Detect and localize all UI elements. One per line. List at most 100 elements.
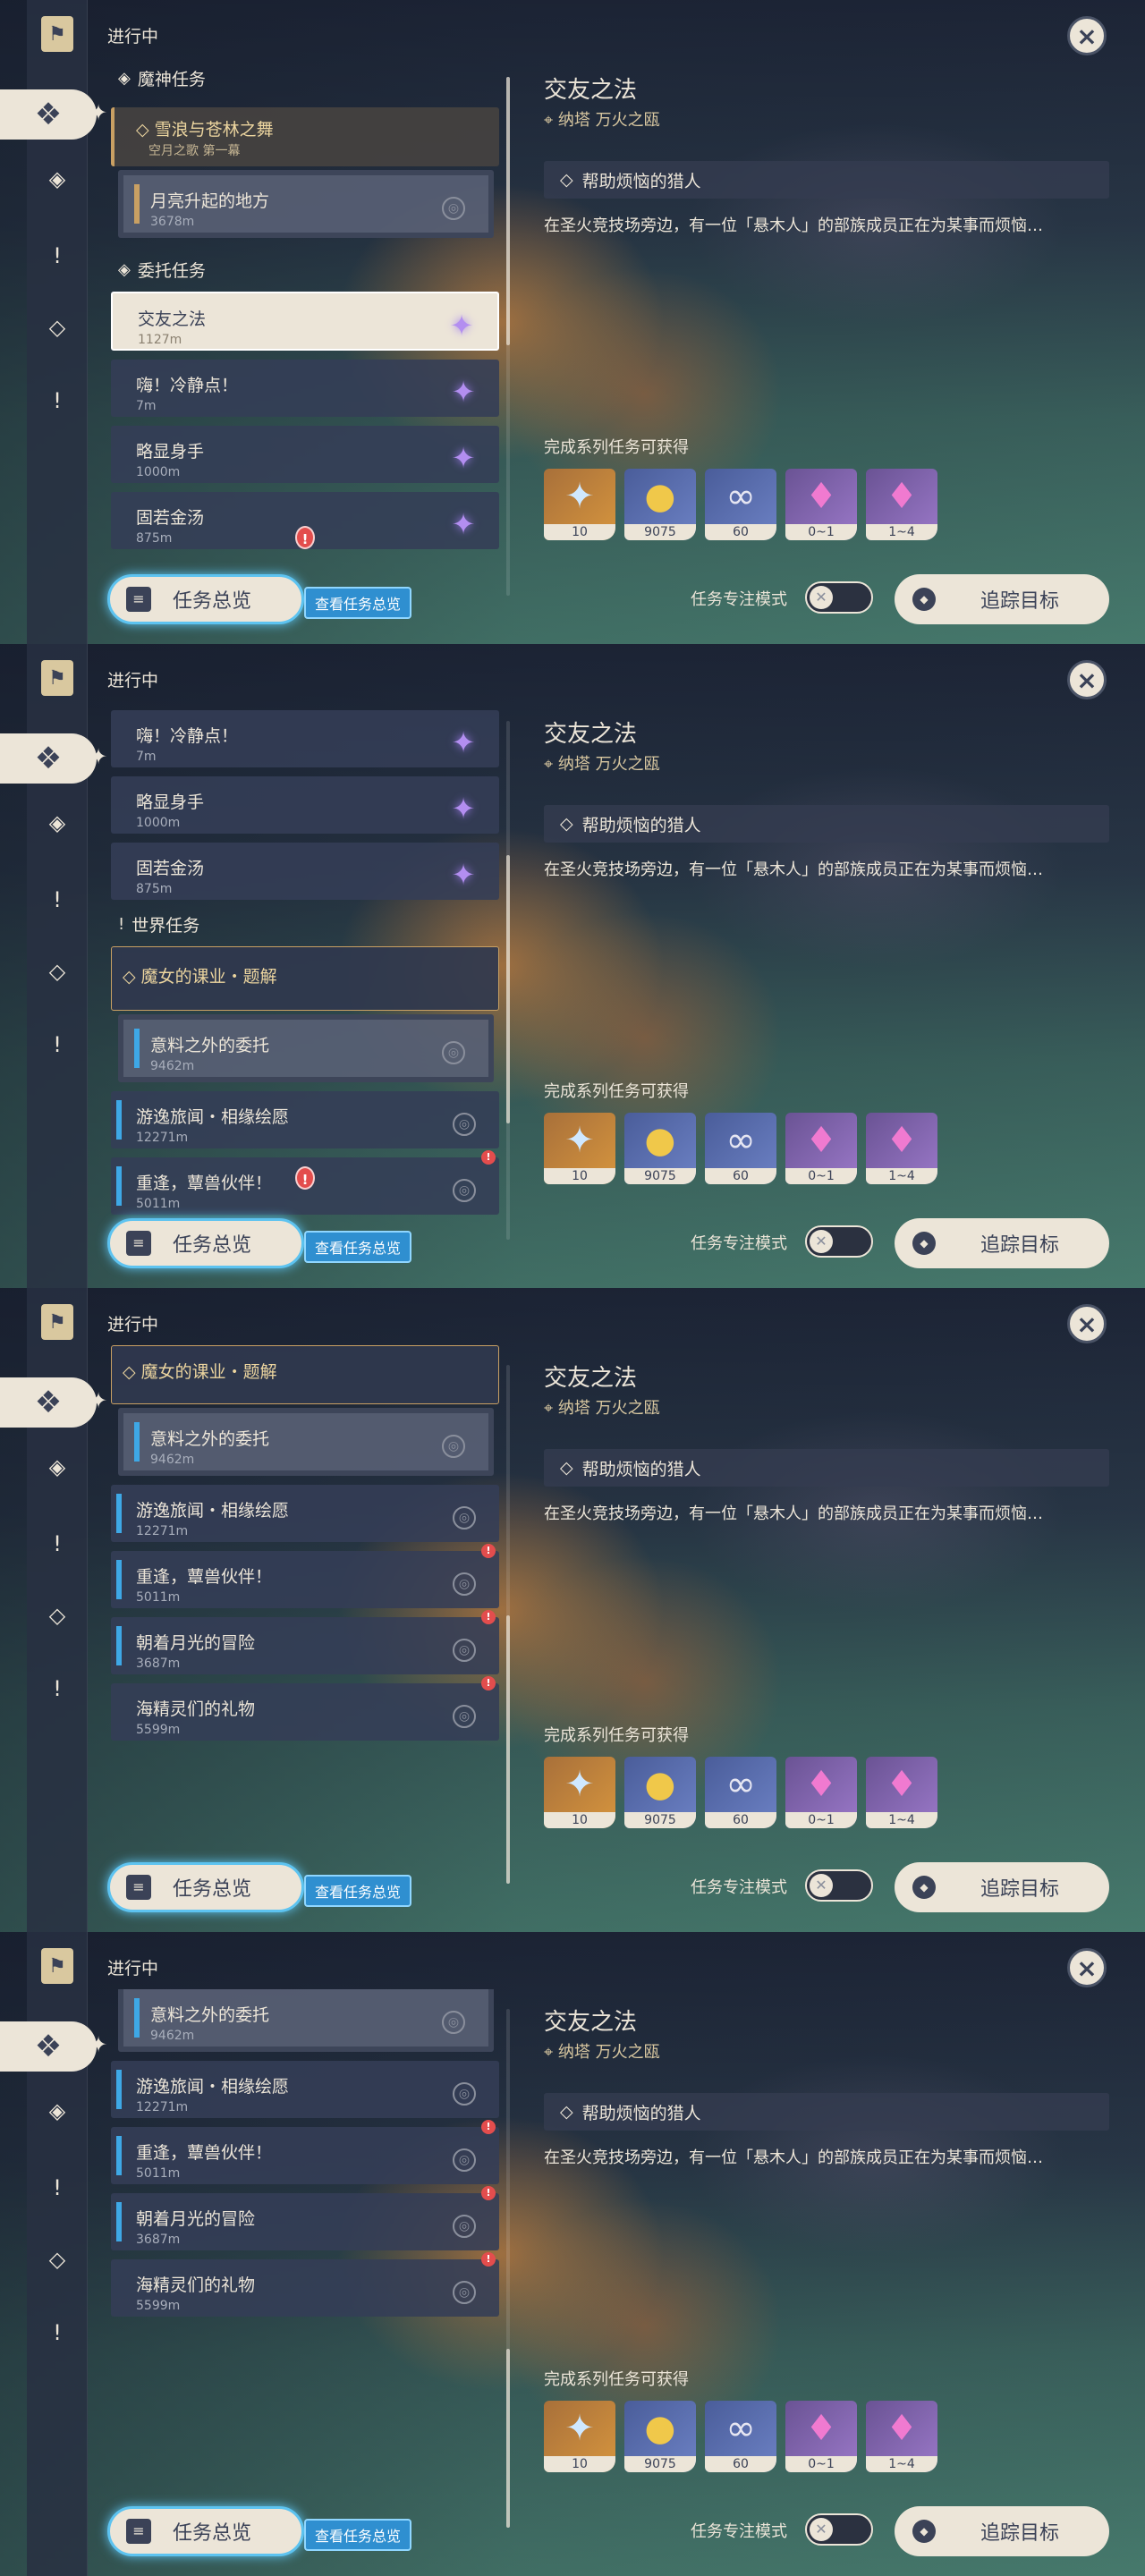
location-pin-icon[interactable]: ◎ [453, 1572, 476, 1596]
quest-archon-sub[interactable]: 月亮升起的地方 3678m ◎ [118, 170, 494, 238]
nav-active-all-quests[interactable]: ❖ [0, 2021, 97, 2072]
world-quest-icon[interactable]: ! [39, 882, 75, 918]
reward-crystal-chunk[interactable]: ♦ 0~1 [785, 469, 857, 540]
nav-active-all-quests[interactable]: ❖ [0, 89, 97, 140]
reward-primogem[interactable]: ✦ 10 [544, 2401, 615, 2472]
other-quest-icon[interactable]: ! [39, 383, 75, 419]
quest-world[interactable]: ! 朝着月光的冒险 3687m ◎ [111, 1610, 499, 1674]
quest-world[interactable]: 游逸旅闻・相缘绘愿 12271m ◎ [111, 1091, 499, 1148]
focus-mode-toggle[interactable]: ✕ [805, 1869, 873, 1902]
quest-world[interactable]: ! 朝着月光的冒险 3687m ◎ [111, 2186, 499, 2250]
reward-mora[interactable]: ● 9075 [624, 1757, 696, 1828]
focus-mode-toggle[interactable]: ✕ [805, 2513, 873, 2546]
reward-crystal-cluster[interactable]: ♦ 1~4 [866, 2401, 937, 2472]
quest-world-main[interactable]: ◇ 魔女的课业・题解 [111, 946, 499, 1011]
location-pin-icon[interactable]: ◎ [442, 197, 465, 220]
world-quest-icon[interactable]: ! [39, 238, 75, 274]
reward-adventure-exp[interactable]: ∞ 60 [705, 2401, 776, 2472]
reward-primogem[interactable]: ✦ 10 [544, 469, 615, 540]
nav-active-all-quests[interactable]: ❖ [0, 1377, 97, 1428]
quest-overview-button[interactable]: ≡ 任务总览 [107, 2506, 304, 2556]
archon-quest-icon[interactable]: ◈ [39, 161, 75, 197]
location-pin-icon[interactable]: ◎ [453, 1705, 476, 1728]
section-commission: ◈ 委托任务 [118, 260, 206, 281]
commission-quest-icon[interactable]: ◇ [39, 953, 75, 989]
reward-primogem[interactable]: ✦ 10 [544, 1113, 615, 1184]
reward-crystal-chunk[interactable]: ♦ 0~1 [785, 1113, 857, 1184]
quest-world[interactable]: ! 重逢，蕈兽伙伴！ 5011m ◎ [111, 2120, 499, 2184]
scrollbar[interactable] [506, 2009, 510, 2528]
quest-flag-icon[interactable]: ⚑ [41, 1948, 73, 1984]
reward-crystal-cluster[interactable]: ♦ 1~4 [866, 469, 937, 540]
location-pin-icon[interactable]: ◎ [453, 2082, 476, 2106]
archon-quest-icon[interactable]: ◈ [39, 2093, 75, 2129]
quest-world-main[interactable]: ◇ 魔女的课业・题解 [111, 1345, 499, 1404]
quest-world[interactable]: 游逸旅闻・相缘绘愿 12271m ◎ [111, 1485, 499, 1542]
quest-flag-icon[interactable]: ⚑ [41, 16, 73, 52]
commission-quest-icon[interactable]: ◇ [39, 1597, 75, 1633]
scrollbar[interactable] [506, 77, 510, 596]
reward-crystal-chunk[interactable]: ♦ 0~1 [785, 1757, 857, 1828]
quest-commission[interactable]: 嗨！冷静点！ 7m ✦ [111, 710, 499, 767]
location-pin-icon[interactable]: ◎ [453, 2215, 476, 2238]
other-quest-icon[interactable]: ! [39, 1671, 75, 1707]
quest-world-sub[interactable]: 意料之外的委托 9462m ◎ [118, 1408, 494, 1476]
location-pin-icon[interactable]: ◎ [453, 1113, 476, 1136]
quest-flag-icon[interactable]: ⚑ [41, 660, 73, 696]
reward-mora[interactable]: ● 9075 [624, 1113, 696, 1184]
archon-quest-icon[interactable]: ◈ [39, 805, 75, 841]
reward-primogem[interactable]: ✦ 10 [544, 1757, 615, 1828]
reward-crystal-chunk[interactable]: ♦ 0~1 [785, 2401, 857, 2472]
quest-commission[interactable]: 固若金汤 875m ✦ [111, 843, 499, 900]
other-quest-icon[interactable]: ! [39, 1027, 75, 1063]
reward-crystal-cluster[interactable]: ♦ 1~4 [866, 1113, 937, 1184]
location-pin-icon[interactable]: ◎ [453, 1639, 476, 1662]
quest-flag-icon[interactable]: ⚑ [41, 1304, 73, 1340]
location-pin-icon[interactable]: ◎ [442, 2011, 465, 2034]
track-target-button[interactable]: ◆ 追踪目标 [895, 2506, 1109, 2556]
quest-world-sub[interactable]: 意料之外的委托 9462m ◎ [118, 1014, 494, 1082]
quest-world[interactable]: ! 海精灵们的礼物 5599m ◎ [111, 2252, 499, 2317]
reward-list: ✦ 10 ● 9075 ∞ 60 ♦ 0~1 ♦ 1~4 [544, 1757, 937, 1828]
commission-quest-icon[interactable]: ◇ [39, 309, 75, 345]
reward-crystal-cluster[interactable]: ♦ 1~4 [866, 1757, 937, 1828]
location-pin-icon[interactable]: ◎ [442, 1041, 465, 1064]
quest-title: 游逸旅闻・相缘绘愿 [136, 1501, 290, 1521]
other-quest-icon[interactable]: ! [39, 2315, 75, 2351]
focus-mode-toggle[interactable]: ✕ [805, 581, 873, 614]
location-pin-icon[interactable]: ◎ [453, 1179, 476, 1202]
quest-overview-button[interactable]: ≡ 任务总览 [107, 1218, 304, 1268]
quest-commission[interactable]: 略显身手 1000m ✦ [111, 426, 499, 483]
quest-commission[interactable]: 略显身手 1000m ✦ [111, 776, 499, 834]
reward-mora[interactable]: ● 9075 [624, 469, 696, 540]
location-pin-icon[interactable]: ◎ [442, 1435, 465, 1458]
scrollbar[interactable] [506, 721, 510, 1240]
reward-adventure-exp[interactable]: ∞ 60 [705, 1113, 776, 1184]
location-pin-icon[interactable]: ◎ [453, 2148, 476, 2172]
quest-distance: 9462m [150, 2029, 195, 2043]
reward-mora[interactable]: ● 9075 [624, 2401, 696, 2472]
quest-world[interactable]: ! 重逢，蕈兽伙伴！ 5011m ◎ [111, 1544, 499, 1608]
scrollbar[interactable] [506, 1365, 510, 1884]
quest-commission-selected[interactable]: 交友之法 1127m ✦ [111, 292, 499, 351]
world-quest-icon[interactable]: ! [39, 2170, 75, 2206]
focus-mode-toggle[interactable]: ✕ [805, 1225, 873, 1258]
quest-overview-button[interactable]: ≡ 任务总览 [107, 1862, 304, 1912]
archon-quest-icon[interactable]: ◈ [39, 1449, 75, 1485]
commission-quest-icon[interactable]: ◇ [39, 2241, 75, 2277]
quest-world[interactable]: 游逸旅闻・相缘绘愿 12271m ◎ [111, 2061, 499, 2118]
track-target-button[interactable]: ◆ 追踪目标 [895, 574, 1109, 624]
track-target-button[interactable]: ◆ 追踪目标 [895, 1862, 1109, 1912]
quest-commission[interactable]: 嗨！冷静点！ 7m ✦ [111, 360, 499, 417]
quest-archon-main[interactable]: ◇ 雪浪与苍林之舞 空月之歌 第一幕 [111, 107, 499, 166]
reward-adventure-exp[interactable]: ∞ 60 [705, 469, 776, 540]
nav-active-all-quests[interactable]: ❖ [0, 733, 97, 784]
quest-overview-button[interactable]: ≡ 任务总览 [107, 574, 304, 624]
quest-world[interactable]: ! 海精灵们的礼物 5599m ◎ [111, 1676, 499, 1741]
world-quest-icon[interactable]: ! [39, 1526, 75, 1562]
reward-adventure-exp[interactable]: ∞ 60 [705, 1757, 776, 1828]
quest-world-sub[interactable]: 意料之外的委托 9462m ◎ [118, 1989, 494, 2052]
location-pin-icon[interactable]: ◎ [453, 1506, 476, 1530]
track-target-button[interactable]: ◆ 追踪目标 [895, 1218, 1109, 1268]
location-pin-icon[interactable]: ◎ [453, 2281, 476, 2304]
